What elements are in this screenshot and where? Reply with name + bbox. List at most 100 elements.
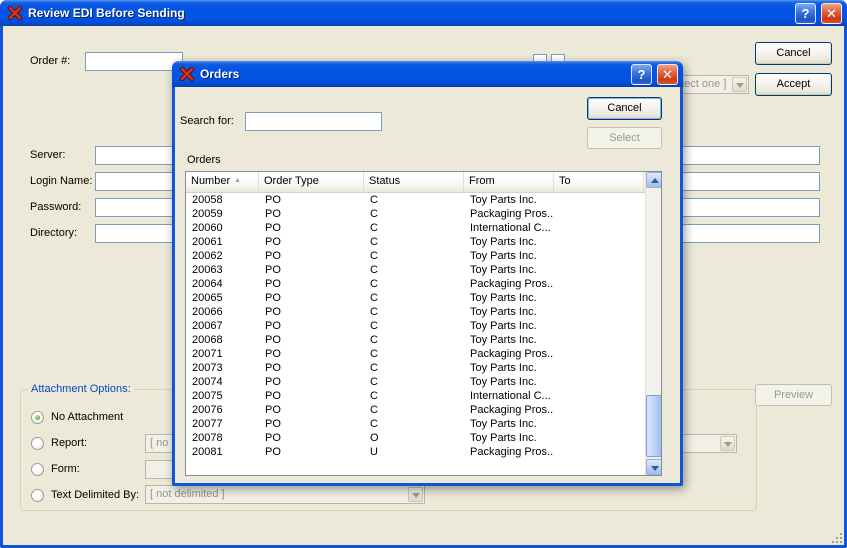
column-header-number[interactable]: Number ▲ <box>186 172 259 192</box>
main-titlebar[interactable]: Review EDI Before Sending ? ✕ <box>0 0 847 26</box>
cell-number: 20059 <box>192 208 223 220</box>
cell-from: Toy Parts Inc. <box>470 432 537 444</box>
cell-order-type: PO <box>265 418 281 430</box>
table-row[interactable]: 20060 PO C International C... <box>186 221 661 235</box>
review-edi-window: Review EDI Before Sending ? ✕ Order #: [… <box>0 0 847 548</box>
close-icon[interactable]: ✕ <box>657 63 678 85</box>
column-header-to[interactable]: To <box>554 172 644 192</box>
table-row[interactable]: 20059 PO C Packaging Pros... <box>186 207 661 221</box>
cell-to <box>554 403 644 417</box>
text-delimited-combo[interactable]: [ not delimited ] <box>145 485 425 504</box>
vertical-scrollbar[interactable] <box>645 172 661 475</box>
cancel-button[interactable]: Cancel <box>755 42 832 65</box>
radio-text-delimited[interactable]: Text Delimited By: <box>31 488 139 502</box>
radio-report[interactable]: Report: <box>31 436 87 450</box>
table-row[interactable]: 20068 PO C Toy Parts Inc. <box>186 333 661 347</box>
table-row[interactable]: 20073 PO C Toy Parts Inc. <box>186 361 661 375</box>
cell-number: 20062 <box>192 250 223 262</box>
cell-number: 20076 <box>192 404 223 416</box>
cell-status: C <box>370 278 378 290</box>
scroll-down-icon[interactable] <box>646 459 661 475</box>
radio-form[interactable]: Form: <box>31 462 80 476</box>
cell-status: C <box>370 362 378 374</box>
radio-no-attachment-label: No Attachment <box>51 411 124 423</box>
cell-status: U <box>370 446 378 458</box>
scroll-up-icon[interactable] <box>646 172 661 188</box>
cell-status: C <box>370 334 378 346</box>
column-header-order-type[interactable]: Order Type <box>259 172 364 192</box>
cell-order-type: PO <box>265 278 281 290</box>
dialog-cancel-button[interactable]: Cancel <box>587 97 662 120</box>
radio-button-icon[interactable] <box>31 488 44 502</box>
cell-status: C <box>370 306 378 318</box>
table-row[interactable]: 20077 PO C Toy Parts Inc. <box>186 417 661 431</box>
scrollbar-thumb[interactable] <box>646 395 661 457</box>
table-row[interactable]: 20066 PO C Toy Parts Inc. <box>186 305 661 319</box>
orders-dialog: Orders ? ✕ Search for: Cancel Select Ord… <box>172 61 683 486</box>
cell-to <box>554 375 644 389</box>
cell-from: Toy Parts Inc. <box>470 250 537 262</box>
orders-table-header: Number ▲ Order Type Status From To <box>186 172 661 193</box>
help-icon[interactable]: ? <box>795 2 816 24</box>
cell-number: 20075 <box>192 390 223 402</box>
cell-to <box>554 305 644 319</box>
table-row[interactable]: 20062 PO C Toy Parts Inc. <box>186 249 661 263</box>
cell-order-type: PO <box>265 376 281 388</box>
cell-to <box>554 193 644 207</box>
radio-button-icon[interactable] <box>31 436 44 450</box>
table-row[interactable]: 20071 PO C Packaging Pros... <box>186 347 661 361</box>
help-icon[interactable]: ? <box>631 63 652 85</box>
cell-number: 20063 <box>192 264 223 276</box>
cell-number: 20065 <box>192 292 223 304</box>
cell-to <box>554 221 644 235</box>
accept-button[interactable]: Accept <box>755 73 832 96</box>
column-header-from[interactable]: From <box>464 172 554 192</box>
cell-status: C <box>370 404 378 416</box>
cell-order-type: PO <box>265 362 281 374</box>
table-row[interactable]: 20074 PO C Toy Parts Inc. <box>186 375 661 389</box>
table-row[interactable]: 20065 PO C Toy Parts Inc. <box>186 291 661 305</box>
cell-order-type: PO <box>265 208 281 220</box>
table-row[interactable]: 20064 PO C Packaging Pros... <box>186 277 661 291</box>
resize-grip-icon[interactable] <box>829 530 842 543</box>
app-icon <box>7 5 23 21</box>
table-row[interactable]: 20078 PO O Toy Parts Inc. <box>186 431 661 445</box>
table-row[interactable]: 20067 PO C Toy Parts Inc. <box>186 319 661 333</box>
table-row[interactable]: 20081 PO U Packaging Pros... <box>186 445 661 459</box>
dialog-select-button[interactable]: Select <box>587 127 662 149</box>
cell-to <box>554 263 644 277</box>
orders-dialog-titlebar[interactable]: Orders ? ✕ <box>172 61 683 87</box>
table-row[interactable]: 20061 PO C Toy Parts Inc. <box>186 235 661 249</box>
cell-to <box>554 235 644 249</box>
cell-from: International C... <box>470 222 551 234</box>
column-header-status[interactable]: Status <box>364 172 464 192</box>
radio-button-icon[interactable] <box>31 462 44 476</box>
cell-status: C <box>370 222 378 234</box>
table-row[interactable]: 20075 PO C International C... <box>186 389 661 403</box>
cell-status: C <box>370 390 378 402</box>
cell-from: Packaging Pros... <box>470 278 554 290</box>
cell-number: 20064 <box>192 278 223 290</box>
cell-from: Toy Parts Inc. <box>470 194 537 206</box>
cell-number: 20058 <box>192 194 223 206</box>
order-number-input[interactable] <box>85 52 183 71</box>
table-row[interactable]: 20076 PO C Packaging Pros... <box>186 403 661 417</box>
cell-status: C <box>370 376 378 388</box>
table-row[interactable]: 20058 PO C Toy Parts Inc. <box>186 193 661 207</box>
cell-to <box>554 431 644 445</box>
radio-no-attachment[interactable]: No Attachment <box>31 410 123 424</box>
preview-button[interactable]: Preview <box>755 384 832 406</box>
cell-order-type: PO <box>265 250 281 262</box>
cell-from: Toy Parts Inc. <box>470 292 537 304</box>
table-row[interactable]: 20063 PO C Toy Parts Inc. <box>186 263 661 277</box>
order-number-label: Order #: <box>30 55 71 67</box>
text-delimited-combo-value: [ not delimited ] <box>150 488 225 500</box>
cell-number: 20060 <box>192 222 223 234</box>
search-input[interactable] <box>245 112 382 131</box>
cell-from: Toy Parts Inc. <box>470 376 537 388</box>
column-header-number-label: Number <box>191 175 231 187</box>
login-name-label: Login Name: <box>30 175 93 187</box>
close-icon[interactable]: ✕ <box>821 2 842 24</box>
cell-number: 20071 <box>192 348 223 360</box>
radio-button-icon[interactable] <box>31 410 44 424</box>
